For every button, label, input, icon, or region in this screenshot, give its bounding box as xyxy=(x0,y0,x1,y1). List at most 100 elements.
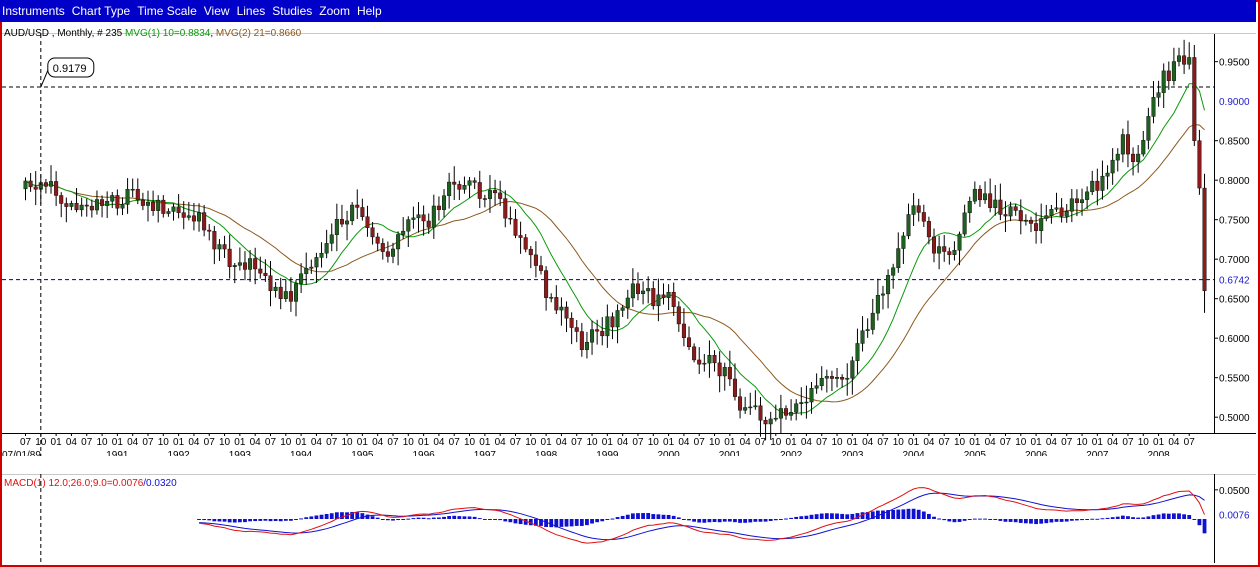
candle-body-down xyxy=(523,237,528,250)
candle-body-up xyxy=(906,214,911,237)
macd-histogram-bar xyxy=(1182,514,1187,519)
x-month-label: 07 xyxy=(816,437,828,448)
menu-help[interactable]: Help xyxy=(357,4,382,18)
x-month-label: 10 xyxy=(586,437,598,448)
macd-histogram-bar xyxy=(830,513,834,519)
candle-body-down xyxy=(380,243,385,252)
x-month-label: 07 xyxy=(449,437,461,448)
macd-histogram-bar xyxy=(1059,519,1064,522)
macd-histogram-bar xyxy=(687,519,691,521)
x-month-label: 10 xyxy=(35,437,47,448)
candle-body-up xyxy=(875,295,880,314)
x-month-label: 10 xyxy=(1076,437,1088,448)
candle-body-up xyxy=(646,288,651,292)
candle-body-up xyxy=(105,201,110,206)
x-month-label: 07 xyxy=(20,437,32,448)
macd-histogram-bar xyxy=(442,516,446,519)
macd-histogram-bar xyxy=(1008,519,1013,522)
candle-body-up xyxy=(962,212,967,235)
macd-histogram-bar xyxy=(1003,519,1008,522)
macd-histogram-bar xyxy=(1090,518,1095,520)
menu-studies[interactable]: Studies xyxy=(272,4,312,18)
candle-body-up xyxy=(957,233,962,251)
macd-histogram-bar xyxy=(1197,519,1202,526)
candle-body-up xyxy=(870,312,875,330)
macd-histogram-bar xyxy=(962,519,967,521)
menu-lines[interactable]: Lines xyxy=(237,4,266,18)
candle-body-down xyxy=(921,212,926,222)
x-month-label: 04 xyxy=(1046,437,1058,448)
candle-body-down xyxy=(370,227,375,238)
candle-body-down xyxy=(651,288,656,307)
x-month-label: 01 xyxy=(969,437,981,448)
candle-body-up xyxy=(1161,70,1166,93)
candle-body-down xyxy=(64,203,69,207)
macd-histogram-bar xyxy=(411,518,416,520)
macd-histogram-bar xyxy=(722,519,727,522)
x-year-label: 1996 xyxy=(412,450,435,456)
candle-body-up xyxy=(1049,209,1054,216)
menu-view[interactable]: View xyxy=(204,4,230,18)
candle-body-up xyxy=(549,297,554,299)
candle-body-down xyxy=(687,337,692,348)
candle-body-up xyxy=(641,290,646,294)
candle-body-down xyxy=(595,329,600,332)
candle-body-up xyxy=(768,418,773,425)
candle-body-up xyxy=(753,405,758,408)
macd-histogram-bar xyxy=(421,517,426,519)
candle-body-up xyxy=(401,230,406,235)
candle-body-down xyxy=(840,377,845,380)
candle-body-up xyxy=(794,403,799,413)
candle-body-up xyxy=(630,283,635,299)
macd-histogram-bar xyxy=(222,519,227,522)
macd-histogram-bar xyxy=(988,519,993,520)
macd-histogram-bar xyxy=(1018,519,1023,523)
macd-histogram-bar xyxy=(431,517,436,519)
candle-body-down xyxy=(1059,207,1064,217)
x-month-label: 01 xyxy=(1153,437,1165,448)
price-chart[interactable]: AUD/USD , Monthly, # 235 MVG(1) 10=0.883… xyxy=(2,24,1256,456)
macd-histogram-bar xyxy=(426,518,431,520)
candle-body-up xyxy=(814,385,819,389)
macd-header: MACD(1) 12.0;26.0;9.0=0.0076/0.0320 xyxy=(4,478,177,489)
macd-histogram-bar xyxy=(967,519,972,520)
x-month-label: 04 xyxy=(678,437,690,448)
candle-body-down xyxy=(288,291,293,302)
macd-histogram-bar xyxy=(294,519,298,520)
macd-chart[interactable]: MACD(1) 12.0;26.0;9.0=0.0076/0.0320 0.05… xyxy=(2,474,1256,563)
macd-histogram-bar xyxy=(891,509,896,519)
x-month-label: 10 xyxy=(464,437,476,448)
candle-body-down xyxy=(998,199,1003,215)
x-month-label: 07 xyxy=(326,437,338,448)
macd-histogram-bar xyxy=(911,508,916,519)
y-tick-label: 0.7000 xyxy=(1219,255,1250,266)
candle-body-down xyxy=(212,231,217,250)
x-month-label: 10 xyxy=(770,437,782,448)
macd-histogram-bar xyxy=(671,515,676,519)
macd-histogram-bar xyxy=(937,518,942,520)
candle-body-down xyxy=(579,331,584,350)
x-year-label: 2007 xyxy=(1086,450,1109,456)
menu-zoom[interactable]: Zoom xyxy=(319,4,350,18)
macd-histogram-bar xyxy=(498,519,503,521)
menu-instruments[interactable]: Instruments xyxy=(2,4,65,18)
macd-histogram-bar xyxy=(1039,519,1044,524)
candle-body-down xyxy=(472,180,477,183)
candle-body-down xyxy=(1131,153,1136,162)
macd-histogram-bar xyxy=(370,516,375,519)
candle-body-up xyxy=(1120,134,1125,155)
menu-time-scale[interactable]: Time Scale xyxy=(137,4,197,18)
candle-body-down xyxy=(758,405,763,421)
candle-body-down xyxy=(477,182,482,199)
menu-chart-type[interactable]: Chart Type xyxy=(72,4,130,18)
candle-body-up xyxy=(584,342,589,350)
candle-body-down xyxy=(84,204,89,207)
macd-histogram-bar xyxy=(661,514,666,519)
macd-header-signal: /0.0320 xyxy=(143,478,177,489)
macd-histogram-bar xyxy=(493,519,497,520)
candle-body-up xyxy=(748,406,753,409)
candle-body-up xyxy=(809,388,814,403)
candle-body-up xyxy=(431,205,436,228)
candle-body-down xyxy=(1003,214,1008,217)
x-month-label: 01 xyxy=(1031,437,1043,448)
